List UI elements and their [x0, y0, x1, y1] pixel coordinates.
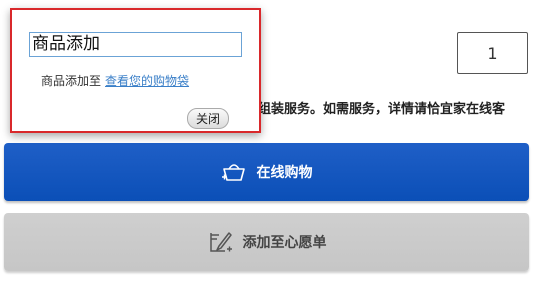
add-to-wishlist-label: 添加至心愿单 [242, 235, 327, 251]
quantity-input[interactable]: 1 [457, 32, 528, 74]
view-shopping-bag-link[interactable]: 查看您的购物袋 [105, 74, 189, 88]
shopping-basket-icon [221, 159, 247, 185]
popup-message: 商品添加至 查看您的购物袋 [41, 72, 189, 89]
add-to-wishlist-button[interactable]: 添加至心愿单 [4, 213, 529, 271]
popup-title: 商品添加 [29, 32, 242, 57]
popup-message-text: 商品添加至 [41, 74, 102, 88]
item-added-popup: 商品添加 商品添加至 查看您的购物袋 关闭 [10, 8, 261, 133]
pen-list-icon [207, 229, 233, 255]
assembly-service-notice: 有偿组装服务。如需服务，详情请恰宜家在线客 [232, 102, 506, 117]
close-button[interactable]: 关闭 [187, 108, 229, 129]
buy-online-button[interactable]: 在线购物 [4, 143, 529, 201]
buy-online-label: 在线购物 [256, 165, 313, 181]
